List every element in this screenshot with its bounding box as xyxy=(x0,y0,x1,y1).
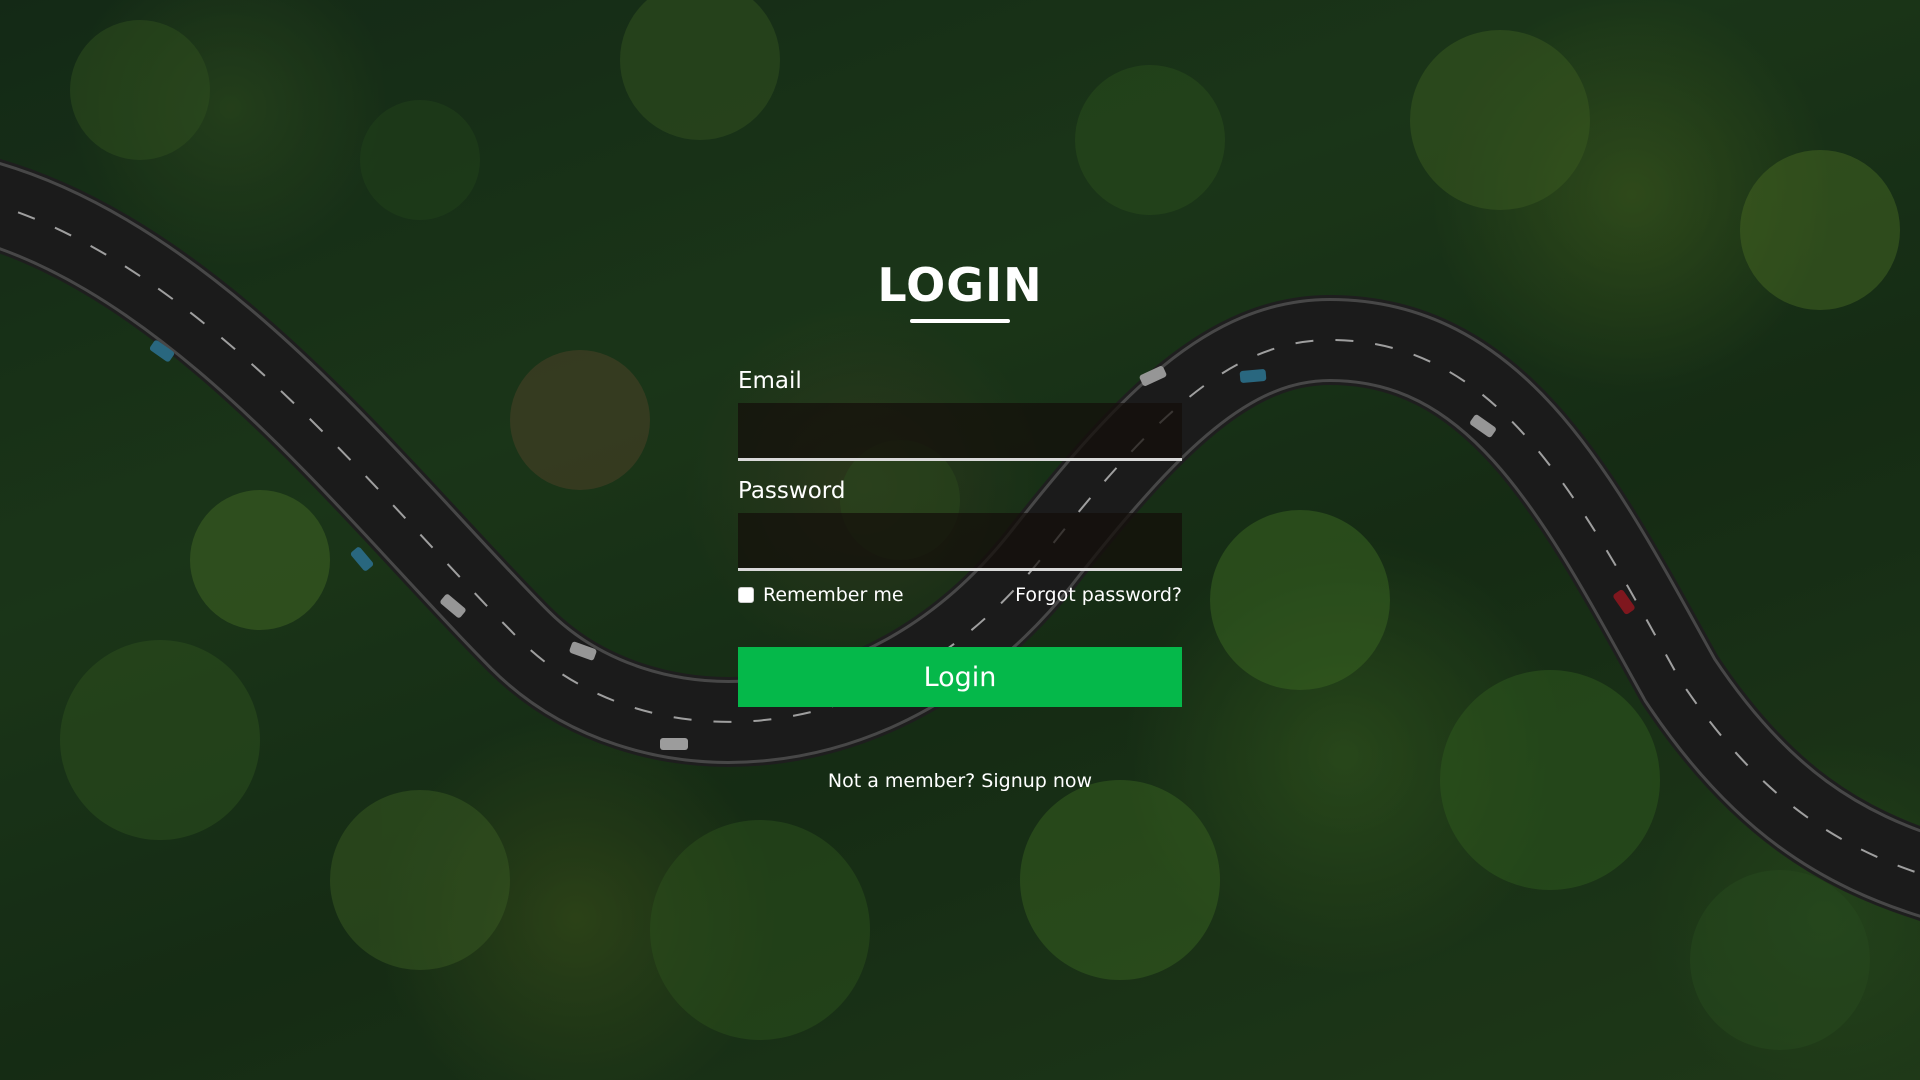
signup-link[interactable]: Signup now xyxy=(981,770,1092,792)
remember-me-checkbox[interactable] xyxy=(738,587,754,603)
title-underline xyxy=(910,319,1010,323)
remember-me-label: Remember me xyxy=(763,584,904,606)
page-title: LOGIN xyxy=(877,258,1043,312)
login-button[interactable]: Login xyxy=(738,647,1182,707)
signup-prompt: Not a member? Signup now xyxy=(738,769,1182,793)
form-options: Remember me Forgot password? xyxy=(738,583,1182,607)
forgot-password-link[interactable]: Forgot password? xyxy=(1015,583,1182,607)
login-page: LOGIN Email Password Remember me Forgot … xyxy=(0,0,1920,1080)
remember-me[interactable]: Remember me xyxy=(738,583,904,607)
password-label: Password xyxy=(738,478,846,504)
login-form: LOGIN Email Password Remember me Forgot … xyxy=(738,255,1182,793)
email-label: Email xyxy=(738,368,802,394)
email-field[interactable] xyxy=(738,403,1182,461)
password-field[interactable] xyxy=(738,513,1182,571)
signup-prompt-text: Not a member? xyxy=(827,770,982,792)
